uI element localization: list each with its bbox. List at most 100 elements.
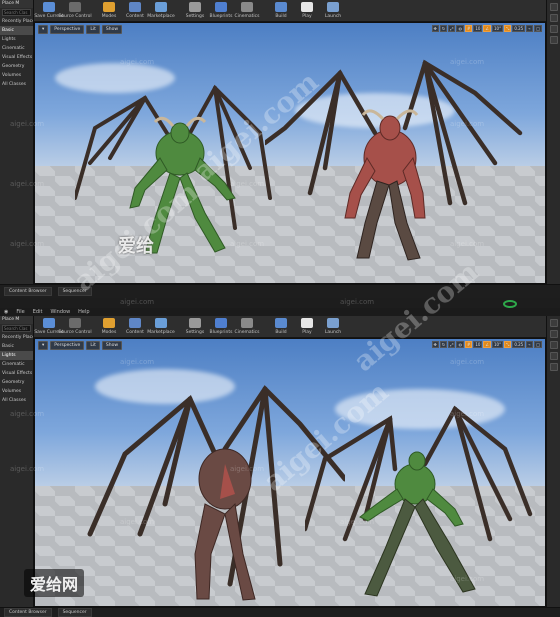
place-modes-panel: Place M Search Clas Recently Placed Basi… bbox=[0, 316, 34, 607]
category-lights[interactable]: Lights bbox=[0, 35, 33, 44]
category-geometry[interactable]: Geometry bbox=[0, 378, 33, 387]
search-classes-input[interactable]: Search Clas bbox=[2, 325, 31, 332]
panel-toggle-button[interactable] bbox=[549, 341, 558, 349]
angle-snap-icon[interactable]: ∠ bbox=[483, 25, 492, 32]
panel-toggle-button[interactable] bbox=[549, 3, 558, 11]
category-cinematic[interactable]: Cinematic bbox=[0, 44, 33, 53]
category-lights[interactable]: Lights bbox=[0, 351, 33, 360]
category-basic[interactable]: Basic bbox=[0, 342, 33, 351]
category-all-classes[interactable]: All Classes bbox=[0, 80, 33, 89]
world-icon[interactable]: ◍ bbox=[456, 25, 464, 32]
category-all-classes[interactable]: All Classes bbox=[0, 396, 33, 405]
category-volumes[interactable]: Volumes bbox=[0, 71, 33, 80]
toolbar-content-button[interactable]: Content bbox=[122, 0, 148, 21]
toolbar-marketplace-button[interactable]: Marketplace bbox=[147, 0, 175, 21]
panel-toggle-button[interactable] bbox=[549, 14, 558, 22]
scale-snap-icon[interactable]: ⤡ bbox=[504, 341, 512, 348]
scale-icon[interactable]: ⤢ bbox=[448, 341, 456, 348]
category-recently-placed[interactable]: Recently Placed bbox=[0, 333, 33, 342]
viewport-toolbar: ▾ Perspective Lit Show bbox=[38, 341, 123, 350]
perspective-button[interactable]: Perspective bbox=[50, 341, 85, 350]
tiled-watermark: aigei.com bbox=[450, 58, 485, 66]
toolbar-label: Source Control bbox=[58, 14, 92, 19]
toolbar-play-button[interactable]: Play bbox=[294, 0, 320, 21]
toolbar-label: Content bbox=[126, 14, 144, 19]
toolbar-play-button[interactable]: Play bbox=[294, 315, 320, 337]
grid-snap-icon[interactable]: # bbox=[464, 341, 473, 348]
viewport-options-button[interactable]: ▾ bbox=[38, 25, 49, 34]
tiled-watermark: aigei.com bbox=[230, 240, 265, 248]
toolbar-settings-button[interactable]: Settings bbox=[182, 0, 208, 21]
category-recently-placed[interactable]: Recently Placed bbox=[0, 17, 33, 26]
panel-toggle-button[interactable] bbox=[549, 352, 558, 360]
category-visual-effects[interactable]: Visual Effects bbox=[0, 369, 33, 378]
toolbar-label: Source Control bbox=[58, 330, 92, 335]
tiled-watermark: aigei.com bbox=[120, 358, 155, 366]
rotate-icon[interactable]: ↻ bbox=[439, 25, 448, 32]
toolbar-blueprints-button[interactable]: Blueprints bbox=[208, 315, 234, 337]
world-icon[interactable]: ◍ bbox=[456, 341, 464, 348]
place-modes-title: Place M bbox=[0, 316, 33, 324]
content-icon bbox=[129, 2, 141, 12]
scale-snap-value[interactable]: 0.25 bbox=[512, 341, 526, 348]
toolbar-source-control-button[interactable]: Source Control bbox=[58, 0, 92, 21]
green-demon-creature[interactable] bbox=[75, 78, 275, 258]
toolbar-modes-button[interactable]: Modes bbox=[96, 0, 122, 21]
source-control-icon bbox=[69, 318, 81, 328]
search-classes-input[interactable]: Search Clas bbox=[2, 9, 31, 16]
toolbar-blueprints-button[interactable]: Blueprints bbox=[208, 0, 234, 21]
toolbar-source-control-button[interactable]: Source Control bbox=[58, 315, 92, 337]
scale-snap-icon[interactable]: ⤡ bbox=[504, 25, 512, 32]
category-visual-effects[interactable]: Visual Effects bbox=[0, 53, 33, 62]
grid-snap-value[interactable]: 10 bbox=[473, 25, 483, 32]
rotate-icon[interactable]: ↻ bbox=[439, 341, 448, 348]
grid-snap-icon[interactable]: # bbox=[464, 25, 473, 32]
scale-icon[interactable]: ⤢ bbox=[448, 25, 456, 32]
perspective-button[interactable]: Perspective bbox=[50, 25, 85, 34]
toolbar-modes-button[interactable]: Modes bbox=[96, 315, 122, 337]
toolbar-build-button[interactable]: Build bbox=[268, 315, 294, 337]
panel-toggle-button[interactable] bbox=[549, 319, 558, 327]
show-button[interactable]: Show bbox=[101, 25, 123, 34]
toolbar-launch-button[interactable]: Launch bbox=[320, 0, 346, 21]
toolbar-settings-button[interactable]: Settings bbox=[182, 315, 208, 337]
panel-toggle-button[interactable] bbox=[549, 363, 558, 371]
category-basic[interactable]: Basic bbox=[0, 26, 33, 35]
unreal-logo-icon[interactable]: ◉ bbox=[4, 309, 8, 315]
panel-toggle-button[interactable] bbox=[549, 36, 558, 44]
camera-speed-icon[interactable]: ⌁ bbox=[526, 341, 534, 348]
panel-toggle-button[interactable] bbox=[549, 330, 558, 338]
angle-snap-value[interactable]: 10° bbox=[492, 341, 504, 348]
marketplace-icon bbox=[155, 2, 167, 12]
category-volumes[interactable]: Volumes bbox=[0, 387, 33, 396]
show-button[interactable]: Show bbox=[101, 341, 123, 350]
toolbar-marketplace-button[interactable]: Marketplace bbox=[147, 315, 175, 337]
translate-icon[interactable]: ✥ bbox=[431, 25, 439, 32]
tab-sequencer[interactable]: Sequencer bbox=[57, 608, 92, 617]
category-geometry[interactable]: Geometry bbox=[0, 62, 33, 71]
maximize-icon[interactable]: □ bbox=[534, 341, 542, 348]
toolbar-launch-button[interactable]: Launch bbox=[320, 315, 346, 337]
tab-content-browser[interactable]: Content Browser bbox=[4, 608, 52, 617]
scale-snap-value[interactable]: 0.25 bbox=[512, 25, 526, 32]
category-cinematic[interactable]: Cinematic bbox=[0, 360, 33, 369]
viewport-options-button[interactable]: ▾ bbox=[38, 341, 49, 350]
lit-button[interactable]: Lit bbox=[86, 25, 100, 34]
lit-button[interactable]: Lit bbox=[86, 341, 100, 350]
angle-snap-value[interactable]: 10° bbox=[492, 25, 504, 32]
toolbar-cinematics-button[interactable]: Cinematics bbox=[234, 0, 260, 21]
play-icon bbox=[301, 318, 313, 328]
menu-file[interactable]: File bbox=[16, 309, 24, 315]
toolbar-cinematics-button[interactable]: Cinematics bbox=[234, 315, 260, 337]
blueprints-icon bbox=[215, 318, 227, 328]
tiled-watermark: aigei.com bbox=[450, 575, 485, 583]
translate-icon[interactable]: ✥ bbox=[431, 341, 439, 348]
camera-speed-icon[interactable]: ⌁ bbox=[526, 25, 534, 32]
grid-snap-value[interactable]: 10 bbox=[473, 341, 483, 348]
maximize-icon[interactable]: □ bbox=[534, 25, 542, 32]
toolbar-build-button[interactable]: Build bbox=[268, 0, 294, 21]
angle-snap-icon[interactable]: ∠ bbox=[483, 341, 492, 348]
toolbar-content-button[interactable]: Content bbox=[122, 315, 148, 337]
panel-toggle-button[interactable] bbox=[549, 25, 558, 33]
tab-content-browser[interactable]: Content Browser bbox=[4, 287, 52, 296]
